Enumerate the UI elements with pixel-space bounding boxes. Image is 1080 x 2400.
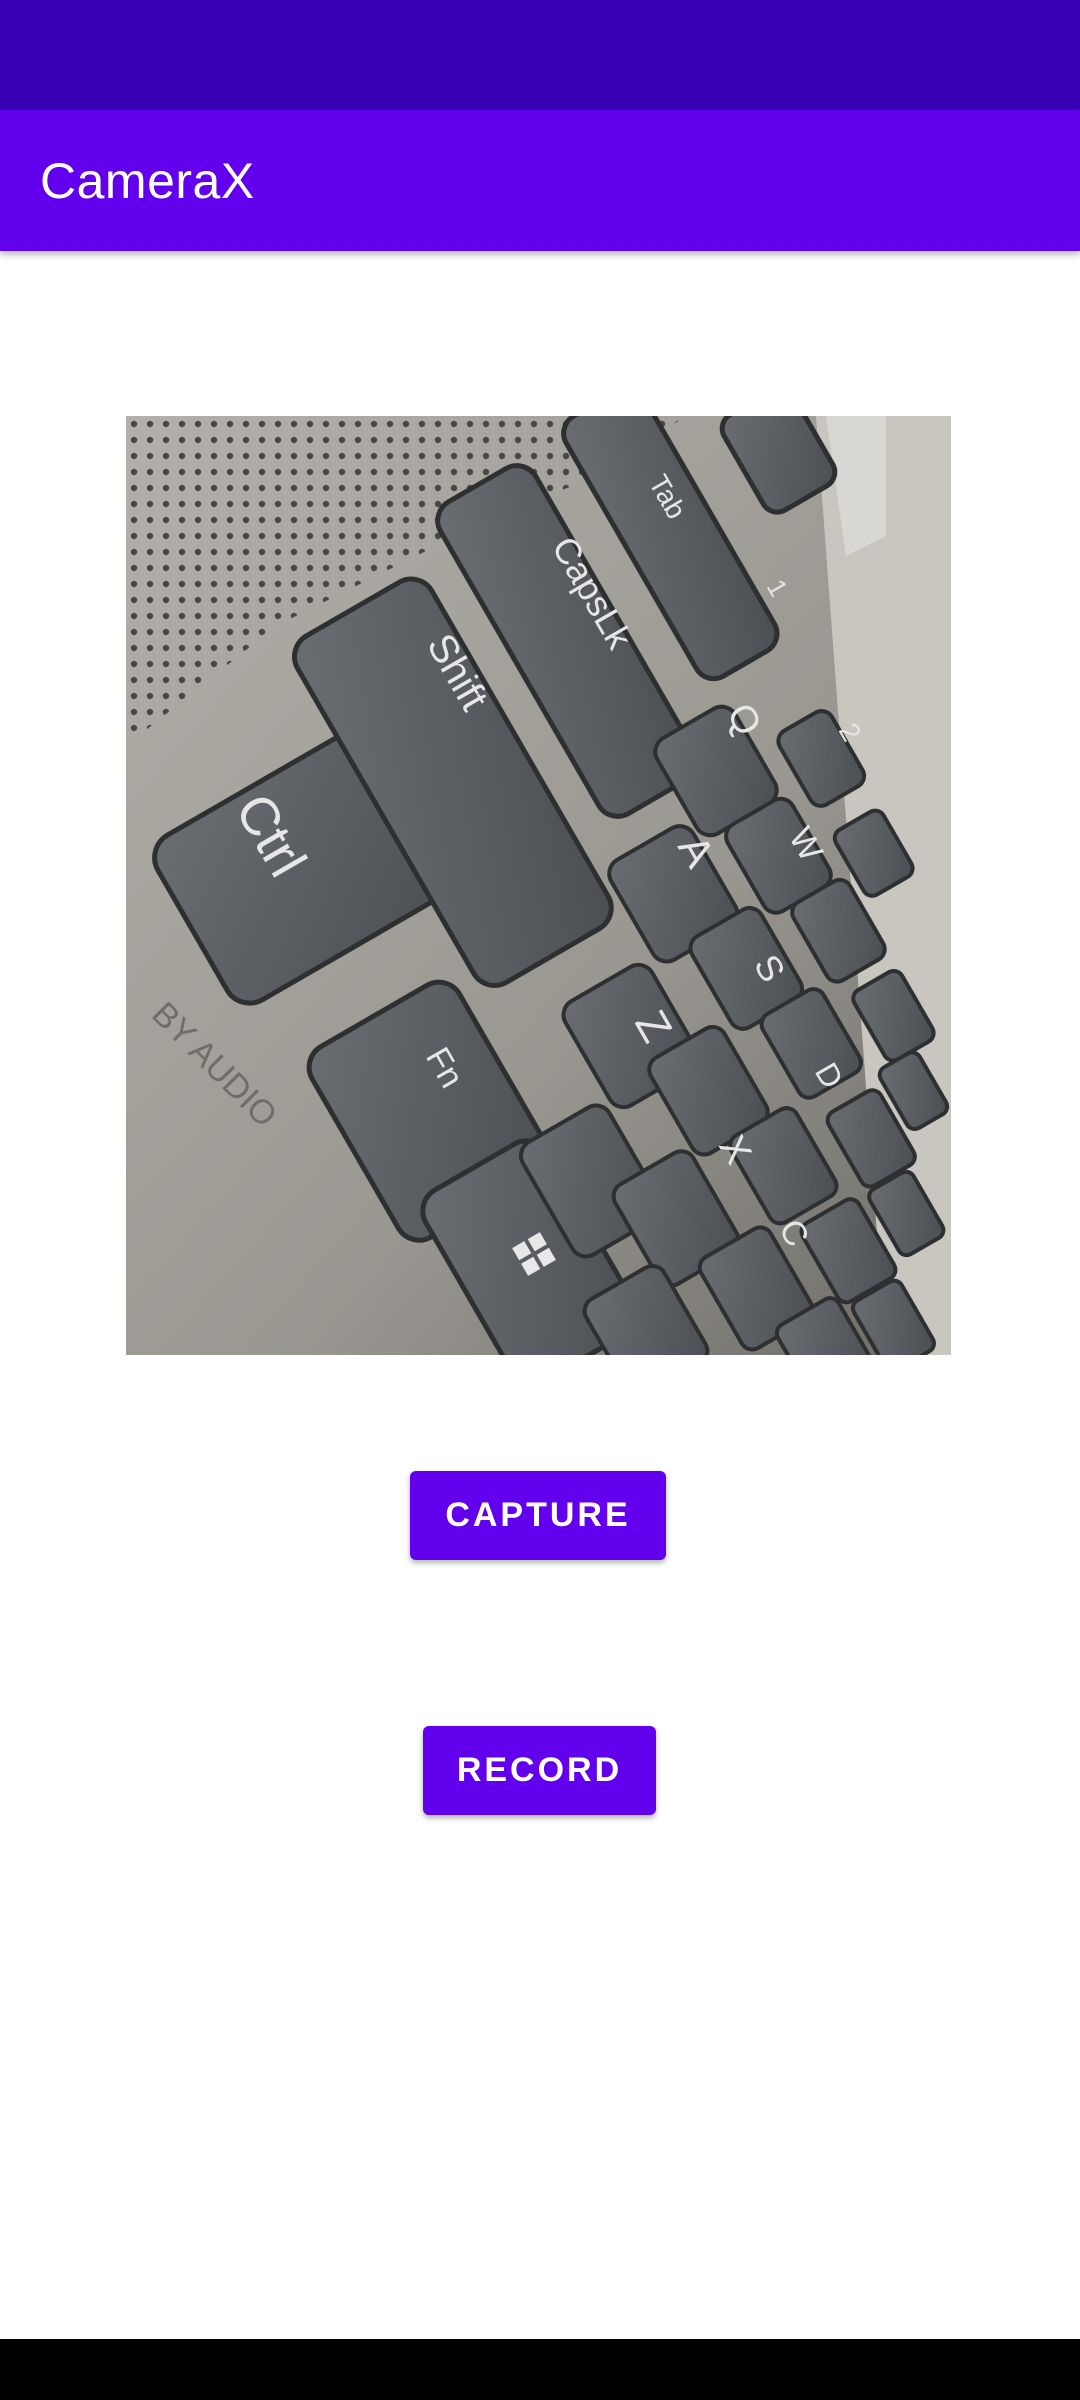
status-bar: [0, 0, 1080, 110]
record-button[interactable]: RECORD: [423, 1726, 656, 1815]
app-title: CameraX: [40, 152, 255, 209]
preview-image: Ctrl Shift CapsLk Tab Fn Q A Z W S X D C…: [126, 416, 951, 1355]
app-bar: CameraX: [0, 110, 1080, 251]
navigation-bar: [0, 2339, 1080, 2400]
capture-button[interactable]: CAPTURE: [410, 1471, 666, 1560]
camera-preview: Ctrl Shift CapsLk Tab Fn Q A Z W S X D C…: [126, 416, 951, 1355]
